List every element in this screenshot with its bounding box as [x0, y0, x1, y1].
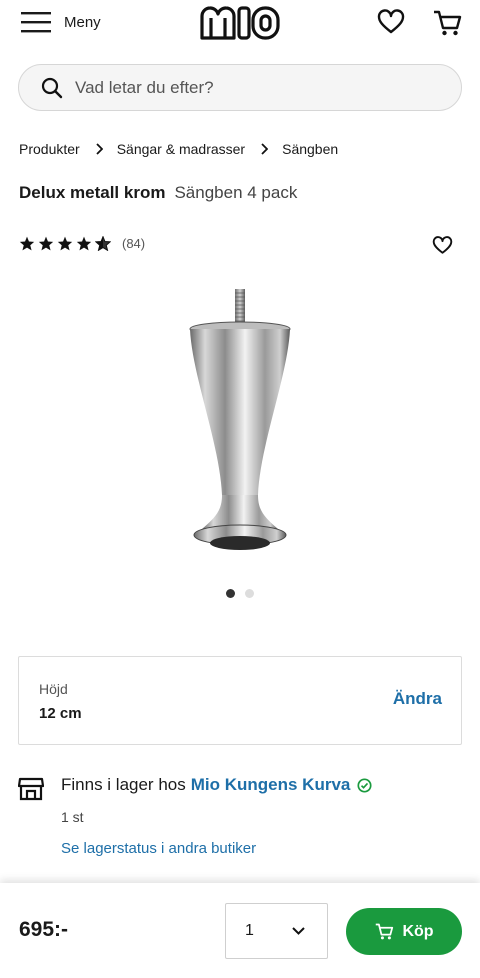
menu-label: Meny	[64, 13, 101, 31]
height-option[interactable]: Höjd 12 cm Ändra	[18, 656, 462, 745]
star-icon	[19, 236, 35, 251]
search-input[interactable]	[75, 77, 415, 98]
carousel-dot-active[interactable]	[226, 589, 235, 598]
in-stock-check-icon	[357, 777, 372, 793]
buy-button[interactable]: Köp	[346, 908, 462, 955]
product-subtitle: Sängben 4 pack	[174, 183, 298, 202]
breadcrumb: Produkter Sängar & madrasser Sängben	[19, 141, 338, 157]
chevron-right-icon	[95, 143, 103, 155]
cart-icon	[376, 923, 394, 940]
hamburger-icon	[21, 12, 51, 33]
star-icon	[38, 236, 54, 251]
star-icon	[76, 236, 92, 251]
product-image[interactable]	[180, 285, 300, 560]
product-title: Delux metall krom Sängben 4 pack	[19, 183, 297, 203]
store-link[interactable]: Mio Kungens Kurva	[191, 775, 351, 795]
store-icon	[18, 777, 44, 801]
wishlist-heart-icon[interactable]	[377, 9, 405, 35]
carousel-dot[interactable]	[245, 589, 254, 598]
breadcrumb-item-sangben[interactable]: Sängben	[282, 141, 338, 157]
menu-button[interactable]: Meny	[20, 8, 101, 36]
top-bar: Meny	[0, 0, 480, 46]
search-icon	[41, 77, 63, 98]
other-stores-link[interactable]: Se lagerstatus i andra butiker	[61, 840, 256, 857]
stock-status: Finns i lager hos Mio Kungens Kurva	[61, 775, 372, 795]
mio-logo[interactable]	[198, 4, 282, 42]
product-name: Delux metall krom	[19, 183, 166, 202]
buy-label: Köp	[402, 922, 434, 940]
chevron-down-icon	[292, 927, 305, 935]
quantity-value: 1	[245, 922, 254, 939]
stock-quantity: 1 st	[61, 809, 84, 825]
add-to-wishlist-heart-icon[interactable]	[432, 236, 453, 255]
breadcrumb-item-sangar-madrasser[interactable]: Sängar & madrasser	[117, 141, 245, 157]
search-bar[interactable]	[18, 64, 462, 111]
stock-text: Finns i lager hos	[61, 775, 186, 794]
rating-count: (84)	[122, 236, 146, 251]
quantity-select[interactable]: 1	[225, 903, 328, 959]
breadcrumb-item-produkter[interactable]: Produkter	[19, 141, 80, 157]
star-icon	[57, 236, 73, 251]
option-value: 12 cm	[39, 705, 82, 722]
cart-icon[interactable]	[432, 8, 462, 38]
change-option-button[interactable]: Ändra	[393, 689, 442, 709]
chevron-right-icon	[260, 143, 269, 155]
product-rating[interactable]: (84)	[19, 236, 145, 251]
image-carousel-dots	[226, 589, 254, 598]
option-label: Höjd	[39, 681, 68, 697]
price: 695:-	[19, 918, 69, 941]
purchase-bar: 695:- 1 Köp	[0, 883, 480, 978]
half-star-icon	[95, 236, 111, 251]
